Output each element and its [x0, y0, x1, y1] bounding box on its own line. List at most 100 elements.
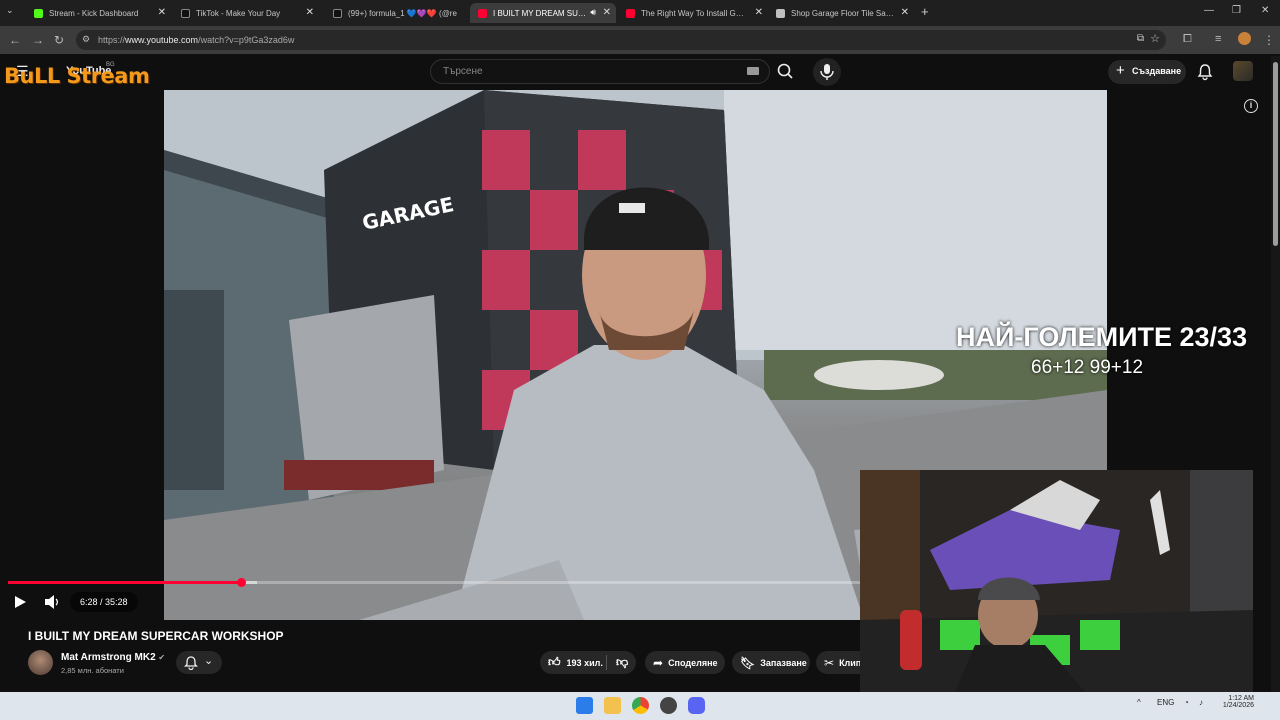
kick-icon: [34, 8, 43, 18]
language-indicator[interactable]: ENG: [1157, 698, 1174, 707]
shop-icon: [776, 8, 785, 18]
tab-title: (99+) formula_1 💙💜❤️ (@re: [348, 8, 457, 18]
close-window-icon[interactable]: ✕: [1261, 5, 1269, 16]
chrome-icon[interactable]: [632, 697, 649, 714]
volume-tray-icon[interactable]: ♪: [1199, 698, 1203, 707]
clip-button[interactable]: ✂ Клип: [816, 651, 860, 674]
tab-title: Stream - Kick Dashboard: [49, 8, 139, 18]
new-tab-button[interactable]: +: [921, 4, 929, 19]
tab-title: Shop Garage Floor Tile Sample: [791, 8, 904, 18]
minimize-icon[interactable]: —: [1204, 5, 1214, 16]
channel-name-text: Mat Armstrong MK2: [61, 652, 156, 663]
url-host: www.youtube.com: [125, 35, 199, 45]
tab-search-icon[interactable]: ⌄: [6, 5, 14, 16]
divider: [606, 655, 607, 670]
tiktok-icon: [181, 8, 190, 18]
tab-youtube-garage[interactable]: The Right Way To Install Garag ✕: [618, 3, 768, 23]
browser-menu-icon[interactable]: ⋮: [1263, 33, 1275, 47]
youtube-icon: [626, 8, 635, 18]
keyboard-icon[interactable]: [747, 67, 759, 75]
channel-avatar[interactable]: [28, 650, 53, 675]
account-avatar[interactable]: [1233, 61, 1253, 81]
back-icon[interactable]: ←: [9, 33, 21, 47]
thumbs-down-icon[interactable]: 👎︎: [616, 655, 628, 670]
scrollbar-thumb[interactable]: [1273, 62, 1278, 246]
close-tab-icon[interactable]: ✕: [603, 7, 611, 18]
subscription-bell-button[interactable]: ⌄: [176, 651, 222, 674]
progress-played: [8, 581, 242, 584]
clock-time: 1:12 AM: [1228, 695, 1254, 702]
windows-start-icon[interactable]: [576, 697, 593, 714]
video-progress-bar[interactable]: [8, 578, 860, 587]
channel-name[interactable]: Mat Armstrong MK2 ✔: [61, 652, 165, 663]
thumbs-up-icon[interactable]: 👍︎: [548, 655, 561, 670]
close-tab-icon[interactable]: ✕: [901, 7, 909, 18]
create-button[interactable]: + Създаване: [1108, 60, 1186, 84]
forward-icon[interactable]: →: [32, 33, 44, 47]
close-tab-icon[interactable]: ✕: [158, 7, 166, 18]
score-overlay-sub: 66+12 99+12: [1031, 357, 1144, 378]
speaker-icon[interactable]: 🔊︎: [590, 7, 596, 18]
bookmark-star-icon[interactable]: ☆: [1150, 32, 1160, 45]
media-control-icon[interactable]: ≡: [1215, 33, 1221, 45]
obs-icon[interactable]: [660, 697, 677, 714]
notifications-bell-icon[interactable]: [1197, 63, 1213, 81]
tab-tiktok-formula[interactable]: (99+) formula_1 💙💜❤️ (@re: [325, 3, 467, 23]
url-path: /watch?v=p9tGa3zad6w: [198, 35, 295, 45]
create-label: Създаване: [1132, 66, 1182, 76]
extensions-icon[interactable]: ⧠: [1183, 33, 1192, 46]
tab-tiktok[interactable]: TikTok - Make Your Day ✕: [173, 3, 319, 23]
like-dislike-group: 👍︎ 193 хил. 👎︎: [540, 651, 636, 674]
search-icon: [777, 63, 793, 79]
discord-icon[interactable]: [688, 697, 705, 714]
tab-title: I BUILT MY DREAM SUPERC: [493, 8, 601, 18]
close-tab-icon[interactable]: ✕: [755, 7, 763, 18]
url-prefix: https://: [98, 35, 126, 45]
tab-kick-dashboard[interactable]: Stream - Kick Dashboard ✕: [26, 3, 171, 23]
share-button[interactable]: ➦ Споделяне: [645, 651, 725, 674]
tab-shop-tiles[interactable]: Shop Garage Floor Tile Sample ✕: [768, 3, 914, 23]
install-app-icon[interactable]: ⧉: [1137, 33, 1144, 44]
video-title: I BUILT MY DREAM SUPERCAR WORKSHOP: [28, 629, 284, 643]
search-input[interactable]: Търсене: [430, 59, 770, 84]
search-placeholder: Търсене: [443, 66, 483, 77]
address-bar[interactable]: ⚙ https://www.youtube.com/watch?v=p9tGa3…: [76, 30, 1166, 50]
maximize-icon[interactable]: ❐: [1232, 5, 1241, 16]
close-tab-icon[interactable]: ✕: [306, 7, 314, 18]
save-label: Запазване: [760, 657, 807, 668]
like-count[interactable]: 193 хил.: [567, 658, 603, 668]
browser-tab-bar: ⌄ Stream - Kick Dashboard ✕ TikTok - Mak…: [0, 0, 1280, 26]
voice-search-button[interactable]: [813, 58, 841, 86]
tab-title: The Right Way To Install Garag: [641, 8, 752, 18]
volume-icon[interactable]: [44, 595, 60, 609]
reload-icon[interactable]: ↻: [54, 33, 64, 47]
clock[interactable]: 1:12 AM 1/24/2026: [1216, 695, 1254, 709]
clip-label: Клип: [839, 657, 860, 668]
search-button[interactable]: [770, 59, 802, 84]
site-info-icon[interactable]: ⚙: [82, 34, 90, 45]
file-explorer-icon[interactable]: [604, 697, 621, 714]
wifi-icon[interactable]: ◔: [1184, 698, 1189, 707]
verified-icon: ✔: [158, 653, 166, 662]
chevron-down-icon: ⌄: [204, 655, 214, 667]
play-icon[interactable]: [13, 595, 27, 609]
share-icon: ➦: [653, 655, 664, 670]
subscriber-count: 2,85 млн. абонати: [61, 666, 124, 675]
share-label: Споделяне: [668, 657, 718, 668]
score-overlay-title: НАЙ-ГОЛЕМИТЕ 23/33: [956, 322, 1248, 352]
profile-avatar[interactable]: [1238, 32, 1251, 45]
browser-toolbar: ← → ↻ ⚙ https://www.youtube.com/watch?v=…: [0, 26, 1280, 54]
clock-date: 1/24/2026: [1222, 702, 1254, 709]
save-button[interactable]: 🔖︎ Запазване: [732, 651, 810, 674]
youtube-icon: [478, 8, 487, 18]
stream-overlay-logo: BuLL Stream: [4, 64, 150, 88]
scissors-icon: ✂: [824, 655, 835, 670]
bookmark-icon: 🔖︎: [740, 655, 756, 670]
tray-chevron-icon[interactable]: ^: [1137, 698, 1141, 707]
progress-scrubber[interactable]: [237, 578, 247, 587]
microphone-icon: [820, 64, 834, 80]
tab-youtube-active[interactable]: I BUILT MY DREAM SUPERC 🔊︎ ✕: [470, 3, 616, 23]
youtube-header: ☰ YouTube BG Търсене + Създаване: [0, 54, 1280, 90]
info-icon[interactable]: i: [1244, 99, 1258, 113]
time-display: 6:28 / 35:28: [70, 592, 138, 612]
